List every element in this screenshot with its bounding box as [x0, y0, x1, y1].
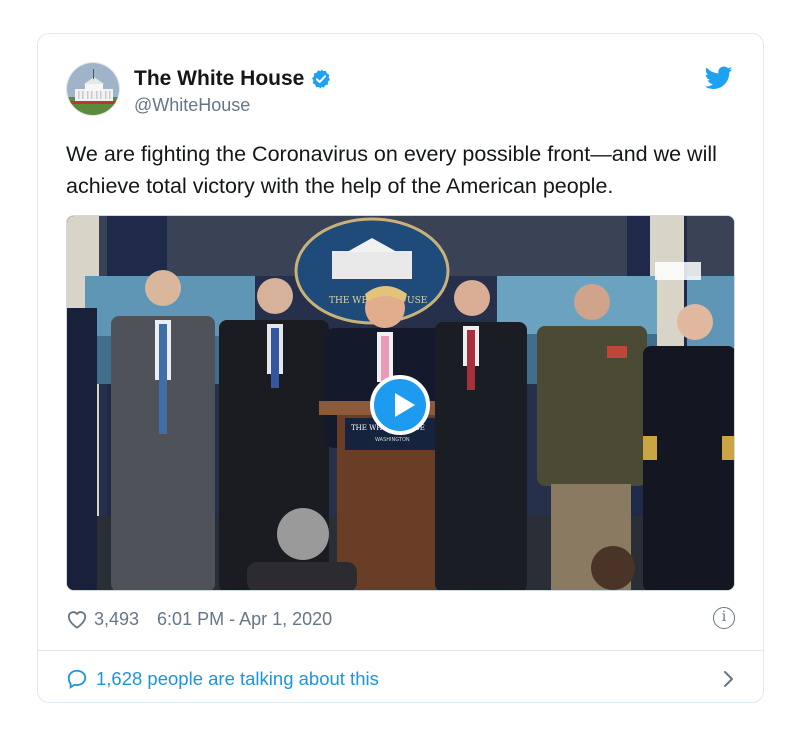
- play-button[interactable]: [370, 375, 430, 435]
- seal-text-right: USE: [407, 296, 427, 306]
- profile-avatar[interactable]: [66, 62, 120, 116]
- conversation-link[interactable]: 1,628 people are talking about this: [66, 666, 735, 692]
- video-player[interactable]: THE WE USE THE WASHINGTON: [66, 215, 735, 591]
- chevron-right-icon: [724, 671, 733, 687]
- tweet-meta: 3,493 6:01 PM - Apr 1, 2020 i: [66, 607, 735, 631]
- like-count: 3,493: [94, 608, 140, 629]
- display-name[interactable]: The White House: [134, 67, 332, 91]
- info-icon[interactable]: i: [713, 607, 735, 629]
- speech-bubble-icon: [67, 669, 87, 689]
- like-button[interactable]: 3,493: [66, 609, 139, 630]
- tweet-timestamp[interactable]: 6:01 PM - Apr 1, 2020: [157, 609, 332, 630]
- divider: [38, 650, 763, 651]
- podium-subtext: WASHINGTON: [375, 437, 410, 443]
- display-name-text: The White House: [134, 67, 305, 90]
- tweet-card: The White House @WhiteHouse We are fight…: [37, 33, 764, 703]
- white-house-avatar: [67, 63, 119, 115]
- tweet-text: We are fighting the Coronavirus on every…: [66, 142, 717, 198]
- verified-badge-icon: [312, 69, 331, 89]
- twitter-bird-icon[interactable]: [705, 66, 733, 90]
- heart-icon: [67, 611, 87, 629]
- conversation-label: 1,628 people are talking about this: [96, 668, 379, 689]
- seal-text-left: THE WE: [329, 296, 368, 306]
- user-handle[interactable]: @WhiteHouse: [134, 95, 250, 116]
